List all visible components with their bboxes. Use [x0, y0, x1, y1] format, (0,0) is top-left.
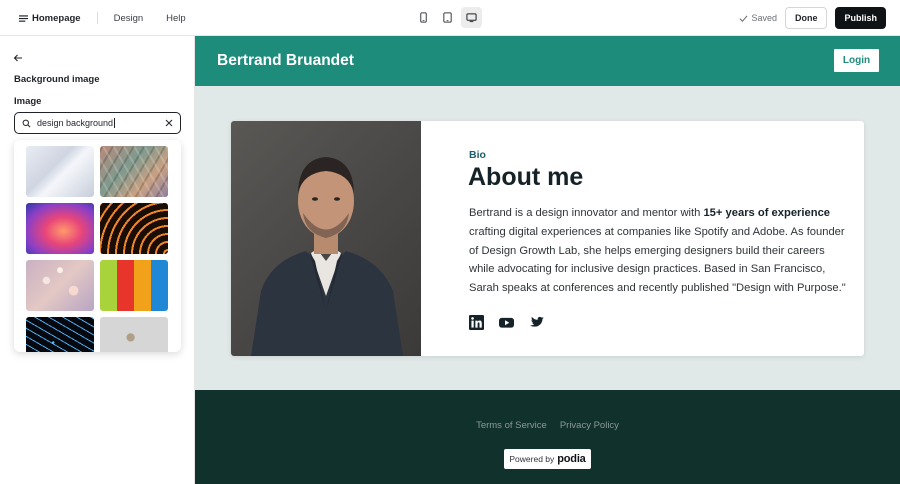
bio-text-end: crafting digital experiences at companie…: [469, 225, 846, 295]
saved-status: Saved: [739, 13, 777, 23]
footer-links: Terms of Service Privacy Policy: [195, 420, 900, 431]
powered-by-badge[interactable]: Powered by podia: [504, 449, 591, 469]
saved-label: Saved: [751, 13, 777, 23]
editor-topbar: Homepage Design Help Saved Done Publish: [0, 0, 900, 36]
image-results-grid: [14, 140, 181, 352]
search-icon: [22, 119, 31, 127]
check-icon: [739, 14, 748, 22]
settings-sidebar: Background image Image design background: [0, 36, 195, 484]
social-links: [469, 315, 544, 330]
profile-photo: [231, 121, 421, 356]
page-preview: Bertrand Bruandet Login Bio About me Ber…: [195, 36, 900, 484]
desktop-icon: [466, 13, 477, 23]
youtube-icon[interactable]: [499, 315, 514, 330]
topbar-actions: Saved Done Publish: [739, 7, 886, 29]
privacy-link[interactable]: Privacy Policy: [560, 420, 619, 431]
homepage-menu[interactable]: Homepage: [19, 13, 81, 24]
clear-icon[interactable]: [165, 119, 173, 127]
mobile-icon: [420, 12, 427, 23]
mobile-view-button[interactable]: [413, 7, 434, 28]
terms-link[interactable]: Terms of Service: [476, 420, 547, 431]
back-arrow-icon[interactable]: [13, 53, 23, 63]
topbar-divider: [96, 12, 98, 24]
site-footer: Terms of Service Privacy Policy Powered …: [195, 390, 900, 484]
bio-text: Bertrand is a design innovator and mento…: [469, 204, 847, 298]
image-result-white-waves[interactable]: [26, 146, 94, 197]
bio-label: Bio: [469, 149, 486, 161]
podia-logo: podia: [557, 453, 586, 465]
tablet-icon: [443, 12, 452, 23]
image-result-neon-corridor[interactable]: [26, 203, 94, 254]
linkedin-icon[interactable]: [469, 315, 484, 330]
bio-text-start: Bertrand is a design innovator and mento…: [469, 207, 704, 219]
bio-title: About me: [468, 163, 584, 191]
menu-icon: [19, 14, 28, 22]
image-search-input[interactable]: design background: [14, 112, 181, 134]
homepage-label: Homepage: [32, 12, 81, 24]
image-result-paint-rollers[interactable]: [100, 260, 168, 311]
site-name[interactable]: Bertrand Bruandet: [217, 52, 354, 70]
image-result-pink-bokeh[interactable]: [26, 260, 94, 311]
profile-portrait: [251, 157, 403, 356]
section-title: Background image: [14, 74, 100, 85]
login-button[interactable]: Login: [834, 49, 879, 72]
help-link[interactable]: Help: [166, 13, 186, 24]
image-result-colorful-scales[interactable]: [100, 146, 168, 197]
twitter-icon[interactable]: [529, 315, 544, 330]
device-switcher: [413, 7, 482, 28]
done-button[interactable]: Done: [784, 7, 828, 29]
publish-button[interactable]: Publish: [835, 7, 886, 29]
site-header: Bertrand Bruandet Login: [195, 36, 900, 86]
image-result-blue-network[interactable]: [26, 317, 94, 352]
tablet-view-button[interactable]: [437, 7, 458, 28]
search-value: design background: [37, 117, 114, 128]
topbar-nav: Homepage Design Help: [19, 0, 209, 36]
image-result-coffee-cup-gray[interactable]: [100, 317, 168, 352]
bio-card: Bio About me Bertrand is a design innova…: [231, 121, 864, 356]
desktop-view-button[interactable]: [461, 7, 482, 28]
image-label: Image: [14, 96, 42, 107]
text-caret: [114, 118, 116, 129]
powered-by-label: Powered by: [509, 454, 555, 464]
design-link[interactable]: Design: [114, 13, 144, 24]
image-result-orange-light-lines[interactable]: [100, 203, 168, 254]
bio-text-highlight: 15+ years of experience: [703, 207, 831, 219]
